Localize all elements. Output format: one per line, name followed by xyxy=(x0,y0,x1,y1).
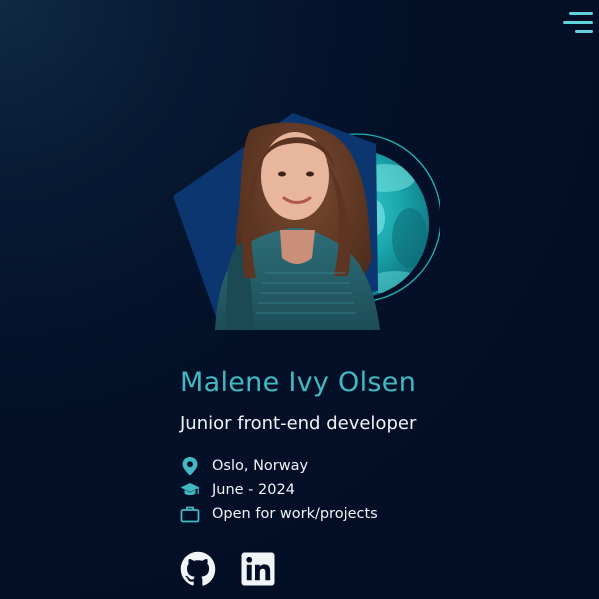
profile-role: Junior front-end developer xyxy=(180,413,417,434)
info-graduation: June - 2024 xyxy=(180,480,295,500)
info-location-text: Oslo, Norway xyxy=(212,458,309,474)
info-graduation-text: June - 2024 xyxy=(212,482,295,498)
briefcase-icon xyxy=(180,504,200,524)
location-pin-icon xyxy=(180,456,200,476)
profile-name: Malene Ivy Olsen xyxy=(180,367,417,398)
github-link[interactable] xyxy=(180,551,216,587)
linkedin-icon xyxy=(241,552,275,586)
profile-portrait xyxy=(173,113,440,330)
info-work-status: Open for work/projects xyxy=(180,504,378,524)
graduation-cap-icon xyxy=(180,480,200,500)
info-location: Oslo, Norway xyxy=(180,456,308,476)
linkedin-link[interactable] xyxy=(240,551,276,587)
profile-hero: Malene Ivy Olsen Junior front-end develo… xyxy=(0,0,599,599)
github-icon xyxy=(180,551,216,586)
info-work-status-text: Open for work/projects xyxy=(212,506,378,522)
